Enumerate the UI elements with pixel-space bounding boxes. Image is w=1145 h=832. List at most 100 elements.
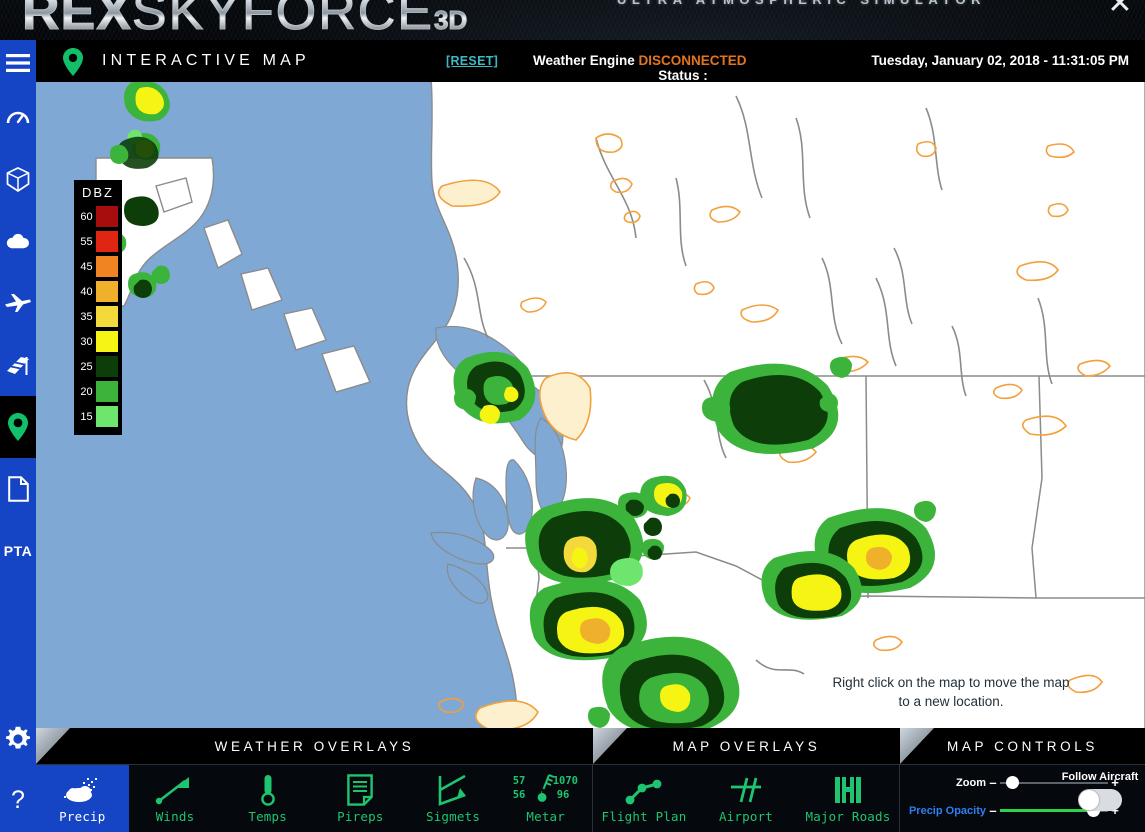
hamburger-menu-icon bbox=[6, 54, 30, 72]
page-title: INTERACTIVE MAP bbox=[102, 52, 310, 69]
brand-header: REXSKYFORCE3D ULTRA ATMOSPHERIC SIMULATO… bbox=[0, 0, 1145, 42]
dbz-legend-value: 45 bbox=[80, 260, 93, 273]
weather-overlays-title: WEATHER OVERLAYS bbox=[214, 738, 415, 754]
zoom-decrease-button[interactable]: – bbox=[986, 775, 1000, 790]
sidebar-item-menu[interactable] bbox=[0, 40, 36, 86]
dbz-legend-row: 30 bbox=[78, 329, 118, 354]
overlay-metar[interactable]: 57 56 1070 96 Metar bbox=[499, 765, 592, 832]
sidebar-item-wind[interactable] bbox=[0, 334, 36, 396]
report-document-icon bbox=[347, 773, 374, 807]
dbz-legend-value: 15 bbox=[80, 410, 93, 423]
map-hint-line2: to a new location. bbox=[898, 694, 1004, 709]
thermometer-icon bbox=[258, 773, 278, 807]
overlay-precip-label: Precip bbox=[59, 809, 106, 824]
precip-opacity-label: Precip Opacity bbox=[908, 804, 986, 817]
overlay-airport-label: Airport bbox=[718, 809, 774, 824]
panel-corner-notch bbox=[593, 728, 627, 764]
overlay-major-roads[interactable]: Major Roads bbox=[797, 765, 899, 832]
sidebar-item-interactive-map[interactable] bbox=[0, 396, 36, 458]
bottom-panels: WEATHER OVERLAYS Precip Winds Temps Pire… bbox=[36, 728, 1145, 832]
svg-text:?: ? bbox=[11, 787, 25, 814]
overlay-winds-label: Winds bbox=[155, 809, 195, 824]
sidebar-item-documents[interactable] bbox=[0, 458, 36, 520]
dbz-legend-swatch bbox=[95, 206, 118, 227]
overlay-airport[interactable]: Airport bbox=[695, 765, 797, 832]
sidebar-item-3d-model[interactable] bbox=[0, 148, 36, 210]
map-overlays-title: MAP OVERLAYS bbox=[672, 738, 821, 754]
map-overlays-body: Flight Plan Airport Major Roads bbox=[593, 764, 900, 832]
follow-aircraft-toggle[interactable] bbox=[1078, 789, 1122, 811]
pta-label: PTA bbox=[3, 543, 33, 559]
dbz-legend-swatch bbox=[95, 281, 118, 302]
gauge-icon bbox=[6, 107, 30, 127]
overlay-temps-label: Temps bbox=[248, 809, 287, 824]
sidebar-item-aircraft[interactable] bbox=[0, 272, 36, 334]
map-overlays-panel: MAP OVERLAYS Flight Plan Airport Major R… bbox=[593, 728, 900, 832]
dbz-legend-value: 35 bbox=[80, 310, 93, 323]
close-icon[interactable]: ✕ bbox=[1103, 0, 1137, 21]
wind-barb-icon bbox=[155, 773, 195, 807]
logo-rex: REX bbox=[22, 0, 132, 42]
reset-link[interactable]: [RESET] bbox=[446, 54, 498, 68]
zoom-slider-knob[interactable] bbox=[1005, 776, 1019, 789]
overlay-precip[interactable]: Precip bbox=[36, 765, 129, 832]
precip-opacity-decrease-button[interactable]: – bbox=[986, 803, 1000, 818]
dbz-legend-title: DBZ bbox=[82, 185, 114, 200]
sidebar-item-pta[interactable]: PTA bbox=[0, 520, 36, 582]
dbz-legend-rows: 60 55 45 40 35 30 25 20 15 bbox=[78, 204, 118, 429]
dbz-legend-swatch bbox=[95, 406, 118, 427]
left-sidebar: PTA ? bbox=[0, 40, 36, 832]
sidebar-item-settings[interactable] bbox=[0, 708, 36, 770]
zoom-label: Zoom bbox=[956, 776, 986, 789]
logo-3d: 3D bbox=[433, 5, 468, 36]
radar-map[interactable]: DBZ 60 55 45 40 35 30 25 20 15 Right click on th… bbox=[36, 78, 1145, 832]
overlay-pireps[interactable]: Pireps bbox=[314, 765, 407, 832]
dbz-legend-value: 30 bbox=[80, 335, 93, 348]
precipitation-cloud-icon bbox=[61, 773, 103, 807]
map-graphics bbox=[36, 78, 1145, 832]
sidebar-item-clouds[interactable] bbox=[0, 210, 36, 272]
overlay-metar-label: Metar bbox=[526, 809, 566, 824]
dbz-legend-value: 25 bbox=[80, 360, 93, 373]
map-pin-icon bbox=[62, 47, 84, 82]
map-header-bar: INTERACTIVE MAP [RESET] Weather Engine D… bbox=[36, 40, 1145, 83]
interactive-map-window: REXSKYFORCE3D ULTRA ATMOSPHERIC SIMULATO… bbox=[0, 0, 1145, 832]
sidebar-item-dashboard[interactable] bbox=[0, 86, 36, 148]
dbz-legend-row: 20 bbox=[78, 379, 118, 404]
metar-value-top-left: 57 bbox=[512, 775, 526, 787]
overlay-temps[interactable]: Temps bbox=[221, 765, 314, 832]
map-hint-line1: Right click on the map to move the map bbox=[832, 675, 1070, 690]
map-controls-title: MAP CONTROLS bbox=[947, 738, 1098, 754]
dbz-legend-value: 40 bbox=[80, 285, 93, 298]
toggle-knob bbox=[1079, 790, 1099, 810]
app-logo: REXSKYFORCE3D bbox=[22, 0, 468, 42]
metar-value-bottom-left: 56 bbox=[512, 789, 526, 801]
map-controls-body: Zoom – + Precip Opacity – + Follow Aircr… bbox=[900, 764, 1145, 832]
dbz-legend-row: 55 bbox=[78, 229, 118, 254]
overlay-flight-plan[interactable]: Flight Plan bbox=[593, 765, 695, 832]
weather-overlays-body: Precip Winds Temps Pireps Sigmets 57 56 … bbox=[36, 764, 593, 832]
panel-corner-notch bbox=[900, 728, 934, 764]
map-overlays-header: MAP OVERLAYS bbox=[593, 728, 900, 764]
map-controls-header: MAP CONTROLS bbox=[900, 728, 1145, 764]
weather-engine-label: Weather Engine bbox=[533, 53, 635, 68]
weather-engine-status: Weather Engine DISCONNECTED Status : bbox=[533, 53, 833, 83]
question-mark-icon: ? bbox=[9, 787, 27, 815]
weather-overlays-panel: WEATHER OVERLAYS Precip Winds Temps Pire… bbox=[36, 728, 593, 832]
overlay-sigmets[interactable]: Sigmets bbox=[407, 765, 500, 832]
datetime-display: Tuesday, January 02, 2018 - 11:31:05 PM bbox=[871, 53, 1129, 68]
document-icon bbox=[7, 476, 29, 502]
dbz-legend-row: 45 bbox=[78, 254, 118, 279]
overlay-winds[interactable]: Winds bbox=[129, 765, 222, 832]
dbz-legend-swatch bbox=[95, 306, 118, 327]
sigmet-polygon-icon bbox=[438, 773, 468, 807]
route-waypoints-icon bbox=[624, 773, 664, 807]
status-badge: DISCONNECTED bbox=[638, 53, 747, 68]
map-pin-icon bbox=[7, 412, 29, 442]
overlay-sigmets-label: Sigmets bbox=[425, 809, 481, 824]
sidebar-item-help[interactable]: ? bbox=[0, 770, 36, 832]
metar-station-icon: 57 56 1070 96 bbox=[513, 773, 579, 807]
dbz-legend-swatch bbox=[95, 256, 118, 277]
weather-engine-status-line2: Status : bbox=[658, 68, 708, 83]
dbz-legend-row: 25 bbox=[78, 354, 118, 379]
